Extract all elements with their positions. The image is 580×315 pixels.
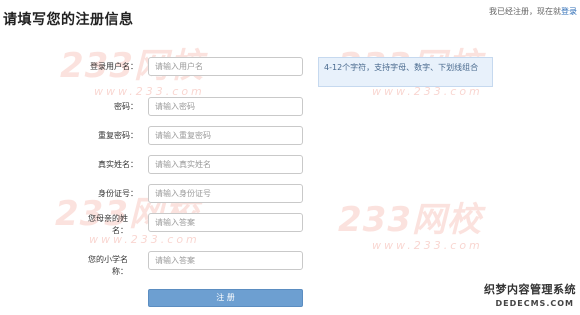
primary-school-input[interactable] [148,251,303,270]
page-title: 请填写您的注册信息 [3,12,134,28]
login-prompt: 我已经注册，现在就登录 [489,6,577,17]
id-number-input[interactable] [148,184,303,203]
real-name-input[interactable] [148,155,303,174]
mother-name-input[interactable] [148,213,303,232]
mother-name-label: 您母亲的姓名： [88,214,128,235]
dedecms-logo: 织梦内容管理系统 DEDECMS.COM [468,277,580,315]
watermark-brand: 233网校 [338,200,482,240]
username-label: 登录用户名： [90,62,138,71]
confirm-password-label: 重复密码： [98,131,138,140]
dedecms-logo-domain: DEDECMS.COM [495,299,574,308]
confirm-password-input[interactable] [148,126,303,145]
watermark-logo: 233网校 www.233.com [338,192,483,252]
password-input[interactable] [148,97,303,116]
primary-school-label: 您的小学名称： [88,255,128,276]
real-name-label: 真实姓名： [98,160,138,169]
login-link[interactable]: 登录 [561,7,577,16]
username-input[interactable] [148,57,303,76]
register-button[interactable]: 注 册 [148,289,303,307]
dedecms-logo-name: 织梦内容管理系统 [484,283,576,296]
watermark-url: www.233.com [372,239,483,252]
already-registered-text: 我已经注册，现在就 [489,7,561,16]
username-hint: 4-12个字符，支持字母、数字、下划线组合 [318,57,493,87]
password-label: 密码： [114,102,138,111]
id-number-label: 身份证号： [98,189,138,198]
